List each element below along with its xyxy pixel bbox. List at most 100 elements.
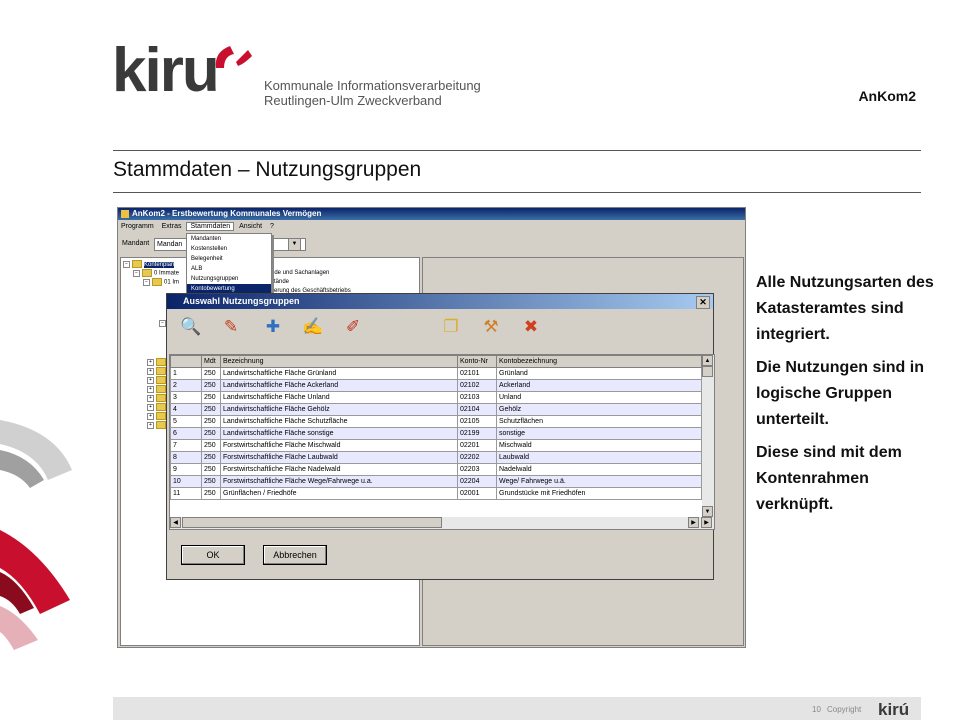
table-row[interactable]: 2 250 Landwirtschaftliche Fläche Ackerland… (170, 379, 702, 392)
table-cell: 250 (201, 487, 221, 500)
scroll-thumb-h[interactable] (182, 517, 442, 528)
cancel-button[interactable]: Abbrechen (263, 545, 327, 565)
menu-item-alb[interactable]: ALB (187, 264, 271, 274)
table-cell: Unland (496, 391, 702, 404)
menu-item-belegenheit[interactable]: Belegenheit (187, 254, 271, 264)
folder-icon (132, 260, 142, 268)
table-row[interactable]: 3 250 Landwirtschaftliche Fläche Unland 021… (170, 391, 702, 404)
menu-help[interactable]: ? (267, 223, 277, 230)
folder-icon (156, 403, 166, 411)
scroll-right-end-icon[interactable]: ▶ (701, 517, 712, 528)
folder-icon (156, 376, 166, 384)
tree-item[interactable]: + (147, 376, 168, 385)
menu-item-kostenstellen[interactable]: Kostenstellen (187, 244, 271, 254)
search-icon[interactable]: 🔍 (179, 316, 203, 338)
delete-icon[interactable]: ✖ (519, 316, 543, 338)
table-row[interactable]: 5 250 Landwirtschaftliche Fläche Schutzflä… (170, 415, 702, 428)
table-row[interactable]: 10 250 Forstwirtschaftliche Fläche Wege/Fa… (170, 475, 702, 488)
scroll-left-icon[interactable]: ◀ (170, 517, 181, 528)
table-cell: 250 (201, 391, 221, 404)
copyright: Copyright (827, 705, 862, 714)
table-cell: 02101 (457, 367, 497, 380)
new-icon[interactable]: ✚ (261, 316, 285, 338)
table-cell: 02102 (457, 379, 497, 392)
menu-item-mandanten[interactable]: Mandanten (187, 234, 271, 244)
edit-icon[interactable]: ✍ (301, 316, 325, 338)
vertical-scrollbar[interactable]: ▲ ▼ (702, 355, 714, 517)
table-cell: 250 (201, 427, 221, 440)
org-line-1: Kommunale Informationsverarbeitung (264, 78, 481, 93)
table-cell: Grünland (496, 367, 702, 380)
table-cell: Gehölz (496, 403, 702, 416)
table-row[interactable]: 4 250 Landwirtschaftliche Fläche Gehölz 021… (170, 403, 702, 416)
copy-icon[interactable]: ❐ (439, 316, 463, 338)
table-header: Mdt Bezeichnung Konto-Nr Kontobezeichnun… (170, 355, 702, 368)
menu-extras[interactable]: Extras (159, 223, 185, 230)
org-name: Kommunale Informationsverarbeitung Reutl… (264, 78, 481, 108)
horizontal-scrollbar[interactable]: ◀ ▶ ▶ (170, 517, 714, 529)
table-row[interactable]: 1 250 Landwirtschaftliche Fläche Grünland 0… (170, 367, 702, 380)
menu-item-nutzungsgruppen[interactable]: Nutzungsgruppen (187, 274, 271, 284)
tree-item[interactable]: + (147, 367, 168, 376)
table-row[interactable]: 7 250 Forstwirtschaftliche Fläche Mischwal… (170, 439, 702, 452)
nutzungsgruppen-dialog: Auswahl Nutzungsgruppen ✕ 🔍 ✎ ✚ ✍ ✐ ❐ ⚒ … (166, 293, 715, 580)
scroll-up-icon[interactable]: ▲ (702, 355, 713, 366)
table-cell: Landwirtschaftliche Fläche Schutzfläche (220, 415, 458, 428)
table-row[interactable]: 9 250 Forstwirtschaftliche Fläche Nadelwal… (170, 463, 702, 476)
ok-button[interactable]: OK (181, 545, 245, 565)
table-row[interactable]: 11 250 Grünflächen / Friedhöfe 02001 Grundst… (170, 487, 702, 500)
table-cell: Forstwirtschaftliche Fläche Mischwald (220, 439, 458, 452)
col-konto-nr[interactable]: Konto-Nr (457, 355, 497, 368)
table-cell: 02199 (457, 427, 497, 440)
dialog-title: Auswahl Nutzungsgruppen (183, 296, 300, 306)
scroll-thumb[interactable] (702, 366, 713, 377)
tree-item[interactable]: + (147, 412, 168, 421)
table-cell: 02202 (457, 451, 497, 464)
menubar: Programm Extras Stammdaten Ansicht ? (118, 221, 745, 233)
tools-icon[interactable]: ⚒ (479, 316, 503, 338)
org-line-2: Reutlingen-Ulm Zweckverband (264, 93, 442, 108)
scroll-right-icon[interactable]: ▶ (688, 517, 699, 528)
col-mdt[interactable]: Mdt (201, 355, 221, 368)
tree-item-partial: nde und Sachanlagen (271, 270, 330, 276)
app-icon (121, 210, 129, 218)
table-cell: Grundstücke mit Friedhöfen (496, 487, 702, 500)
table-cell: 250 (201, 463, 221, 476)
tree-item-partial: stände (271, 279, 290, 285)
table-row[interactable]: 6 250 Landwirtschaftliche Fläche sonstige 0… (170, 427, 702, 440)
menu-programm[interactable]: Programm (118, 223, 157, 230)
table-cell: 5 (170, 415, 202, 428)
close-icon[interactable]: ✕ (696, 296, 710, 309)
table-cell: 2 (170, 379, 202, 392)
table-cell: 4 (170, 403, 202, 416)
table-cell: 1 (170, 367, 202, 380)
menu-stammdaten[interactable]: Stammdaten (186, 222, 235, 231)
folder-icon (156, 412, 166, 420)
table-cell: Landwirtschaftliche Fläche Ackerland (220, 379, 458, 392)
edit-form-icon[interactable]: ✐ (341, 316, 365, 338)
menu-ansicht[interactable]: Ansicht (236, 223, 265, 230)
side-text-1: Alle Nutzungsarten des Katasteramtes sin… (756, 274, 934, 343)
tree-item[interactable]: + (147, 394, 168, 403)
tree-item[interactable]: + (147, 421, 168, 430)
table-cell: 8 (170, 451, 202, 464)
tree-item[interactable]: + (147, 358, 168, 367)
tree-item[interactable]: + (147, 403, 168, 412)
table-row[interactable]: 8 250 Forstwirtschaftliche Fläche Laubwald… (170, 451, 702, 464)
folder-icon (142, 269, 152, 277)
col-bezeichnung[interactable]: Bezeichnung (220, 355, 458, 368)
table-cell: Schutzflächen (496, 415, 702, 428)
product-name: AnKom2 (858, 88, 916, 104)
scroll-down-icon[interactable]: ▼ (702, 506, 713, 517)
slide-title: Stammdaten – Nutzungsgruppen (113, 158, 422, 181)
chevron-down-icon[interactable]: ▼ (288, 238, 301, 251)
tree-item[interactable]: −01 Im (143, 278, 179, 287)
col-kontobezeichnung[interactable]: Kontobezeichnung (496, 355, 702, 368)
tree-item[interactable]: − Kontenplan (123, 260, 175, 269)
edit-search-icon[interactable]: ✎ (219, 316, 243, 338)
table-cell: Wege/ Fahrwege u.ä. (496, 475, 702, 488)
tree-item[interactable]: −0 Immate (133, 269, 179, 278)
col-rownum[interactable] (170, 355, 202, 368)
tree-item[interactable]: + (147, 385, 168, 394)
table-cell: 02204 (457, 475, 497, 488)
